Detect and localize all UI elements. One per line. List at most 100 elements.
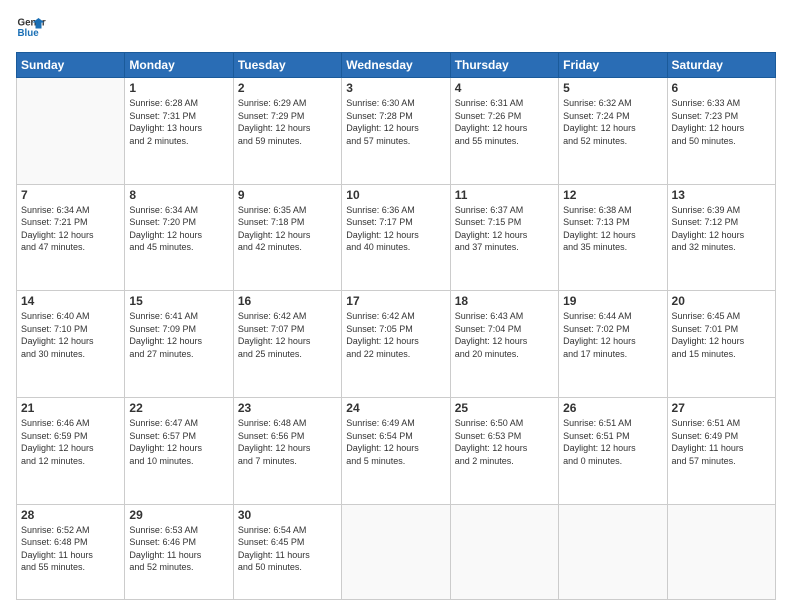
- day-number: 30: [238, 508, 337, 522]
- page: General Blue SundayMondayTuesdayWednesda…: [0, 0, 792, 612]
- day-info: Sunrise: 6:40 AM Sunset: 7:10 PM Dayligh…: [21, 310, 120, 360]
- day-number: 14: [21, 294, 120, 308]
- calendar-cell: 29 Sunrise: 6:53 AM Sunset: 6:46 PM Dayli…: [125, 504, 233, 599]
- calendar-cell: 18 Sunrise: 6:43 AM Sunset: 7:04 PM Dayli…: [450, 291, 558, 398]
- day-number: 27: [672, 401, 771, 415]
- logo: General Blue: [16, 12, 46, 42]
- calendar-cell: 22Sunrise: 6:47 AM Sunset: 6:57 PM Dayli…: [125, 397, 233, 504]
- calendar-cell: 15 Sunrise: 6:41 AM Sunset: 7:09 PM Dayli…: [125, 291, 233, 398]
- day-number: 2: [238, 81, 337, 95]
- week-row-4: 21 Sunrise: 6:46 AM Sunset: 6:59 PM Dayli…: [17, 397, 776, 504]
- calendar-cell: 6 Sunrise: 6:33 AM Sunset: 7:23 PM Daylig…: [667, 78, 775, 185]
- logo-icon: General Blue: [16, 12, 46, 42]
- day-number: 3: [346, 81, 445, 95]
- calendar-cell: [559, 504, 667, 599]
- day-info: Sunrise: 6:33 AM Sunset: 7:23 PM Dayligh…: [672, 97, 771, 147]
- calendar-cell: 27 Sunrise: 6:51 AM Sunset: 6:49 PM Dayli…: [667, 397, 775, 504]
- calendar-cell: 30 Sunrise: 6:54 AM Sunset: 6:45 PM Dayli…: [233, 504, 341, 599]
- calendar-cell: 16 Sunrise: 6:42 AM Sunset: 7:07 PM Dayli…: [233, 291, 341, 398]
- day-info: Sunrise: 6:42 AM Sunset: 7:07 PM Dayligh…: [238, 310, 337, 360]
- day-number: 10: [346, 188, 445, 202]
- day-number: 9: [238, 188, 337, 202]
- calendar-cell: 28 Sunrise: 6:52 AM Sunset: 6:48 PM Dayli…: [17, 504, 125, 599]
- day-info: Sunrise: 6:48 AM Sunset: 6:56 PM Dayligh…: [238, 417, 337, 467]
- day-number: 29: [129, 508, 228, 522]
- day-number: 19: [563, 294, 662, 308]
- day-info: Sunrise: 6:34 AM Sunset: 7:20 PM Dayligh…: [129, 204, 228, 254]
- day-info: Sunrise: 6:52 AM Sunset: 6:48 PM Dayligh…: [21, 524, 120, 574]
- day-info: Sunrise: 6:46 AM Sunset: 6:59 PM Dayligh…: [21, 417, 120, 467]
- weekday-header-sunday: Sunday: [17, 53, 125, 78]
- calendar-cell: [17, 78, 125, 185]
- calendar-cell: 24Sunrise: 6:49 AM Sunset: 6:54 PM Dayli…: [342, 397, 450, 504]
- day-number: 28: [21, 508, 120, 522]
- day-info: Sunrise: 6:50 AM Sunset: 6:53 PM Dayligh…: [455, 417, 554, 467]
- calendar-cell: [667, 504, 775, 599]
- calendar-cell: 3 Sunrise: 6:30 AM Sunset: 7:28 PM Daylig…: [342, 78, 450, 185]
- day-info: Sunrise: 6:54 AM Sunset: 6:45 PM Dayligh…: [238, 524, 337, 574]
- calendar-cell: 23 Sunrise: 6:48 AM Sunset: 6:56 PM Dayli…: [233, 397, 341, 504]
- day-info: Sunrise: 6:38 AM Sunset: 7:13 PM Dayligh…: [563, 204, 662, 254]
- header: General Blue: [16, 12, 776, 42]
- day-info: Sunrise: 6:53 AM Sunset: 6:46 PM Dayligh…: [129, 524, 228, 574]
- day-number: 20: [672, 294, 771, 308]
- weekday-header-thursday: Thursday: [450, 53, 558, 78]
- calendar-cell: 2Sunrise: 6:29 AM Sunset: 7:29 PM Daylig…: [233, 78, 341, 185]
- day-number: 18: [455, 294, 554, 308]
- svg-text:General: General: [18, 18, 47, 29]
- day-number: 13: [672, 188, 771, 202]
- day-number: 16: [238, 294, 337, 308]
- day-number: 22: [129, 401, 228, 415]
- day-number: 1: [129, 81, 228, 95]
- day-number: 7: [21, 188, 120, 202]
- calendar-cell: 9 Sunrise: 6:35 AM Sunset: 7:18 PM Daylig…: [233, 184, 341, 291]
- calendar-cell: 19 Sunrise: 6:44 AM Sunset: 7:02 PM Dayli…: [559, 291, 667, 398]
- calendar-cell: 21 Sunrise: 6:46 AM Sunset: 6:59 PM Dayli…: [17, 397, 125, 504]
- day-number: 11: [455, 188, 554, 202]
- day-info: Sunrise: 6:28 AM Sunset: 7:31 PM Dayligh…: [129, 97, 228, 147]
- weekday-header-row: SundayMondayTuesdayWednesdayThursdayFrid…: [17, 53, 776, 78]
- week-row-3: 14 Sunrise: 6:40 AM Sunset: 7:10 PM Dayli…: [17, 291, 776, 398]
- day-number: 17: [346, 294, 445, 308]
- week-row-1: 1 Sunrise: 6:28 AM Sunset: 7:31 PM Daylig…: [17, 78, 776, 185]
- calendar-cell: [342, 504, 450, 599]
- calendar-cell: 5 Sunrise: 6:32 AM Sunset: 7:24 PM Daylig…: [559, 78, 667, 185]
- weekday-header-monday: Monday: [125, 53, 233, 78]
- day-info: Sunrise: 6:44 AM Sunset: 7:02 PM Dayligh…: [563, 310, 662, 360]
- day-number: 26: [563, 401, 662, 415]
- calendar-cell: 25Sunrise: 6:50 AM Sunset: 6:53 PM Dayli…: [450, 397, 558, 504]
- day-info: Sunrise: 6:35 AM Sunset: 7:18 PM Dayligh…: [238, 204, 337, 254]
- calendar-table: SundayMondayTuesdayWednesdayThursdayFrid…: [16, 52, 776, 600]
- weekday-header-friday: Friday: [559, 53, 667, 78]
- day-info: Sunrise: 6:51 AM Sunset: 6:49 PM Dayligh…: [672, 417, 771, 467]
- day-number: 23: [238, 401, 337, 415]
- day-number: 15: [129, 294, 228, 308]
- calendar-cell: 4Sunrise: 6:31 AM Sunset: 7:26 PM Daylig…: [450, 78, 558, 185]
- day-number: 21: [21, 401, 120, 415]
- day-info: Sunrise: 6:51 AM Sunset: 6:51 PM Dayligh…: [563, 417, 662, 467]
- calendar-cell: [450, 504, 558, 599]
- day-number: 6: [672, 81, 771, 95]
- day-info: Sunrise: 6:41 AM Sunset: 7:09 PM Dayligh…: [129, 310, 228, 360]
- day-info: Sunrise: 6:45 AM Sunset: 7:01 PM Dayligh…: [672, 310, 771, 360]
- weekday-header-wednesday: Wednesday: [342, 53, 450, 78]
- week-row-5: 28 Sunrise: 6:52 AM Sunset: 6:48 PM Dayli…: [17, 504, 776, 599]
- calendar-cell: 20 Sunrise: 6:45 AM Sunset: 7:01 PM Dayli…: [667, 291, 775, 398]
- day-info: Sunrise: 6:49 AM Sunset: 6:54 PM Dayligh…: [346, 417, 445, 467]
- day-info: Sunrise: 6:37 AM Sunset: 7:15 PM Dayligh…: [455, 204, 554, 254]
- calendar-cell: 26 Sunrise: 6:51 AM Sunset: 6:51 PM Dayli…: [559, 397, 667, 504]
- day-info: Sunrise: 6:34 AM Sunset: 7:21 PM Dayligh…: [21, 204, 120, 254]
- day-number: 8: [129, 188, 228, 202]
- day-info: Sunrise: 6:42 AM Sunset: 7:05 PM Dayligh…: [346, 310, 445, 360]
- calendar-cell: 14 Sunrise: 6:40 AM Sunset: 7:10 PM Dayli…: [17, 291, 125, 398]
- calendar-cell: 7 Sunrise: 6:34 AM Sunset: 7:21 PM Daylig…: [17, 184, 125, 291]
- calendar-cell: 13 Sunrise: 6:39 AM Sunset: 7:12 PM Dayli…: [667, 184, 775, 291]
- calendar-cell: 10Sunrise: 6:36 AM Sunset: 7:17 PM Dayli…: [342, 184, 450, 291]
- calendar-cell: 17 Sunrise: 6:42 AM Sunset: 7:05 PM Dayli…: [342, 291, 450, 398]
- day-number: 5: [563, 81, 662, 95]
- day-info: Sunrise: 6:43 AM Sunset: 7:04 PM Dayligh…: [455, 310, 554, 360]
- weekday-header-tuesday: Tuesday: [233, 53, 341, 78]
- day-info: Sunrise: 6:32 AM Sunset: 7:24 PM Dayligh…: [563, 97, 662, 147]
- day-info: Sunrise: 6:30 AM Sunset: 7:28 PM Dayligh…: [346, 97, 445, 147]
- day-info: Sunrise: 6:39 AM Sunset: 7:12 PM Dayligh…: [672, 204, 771, 254]
